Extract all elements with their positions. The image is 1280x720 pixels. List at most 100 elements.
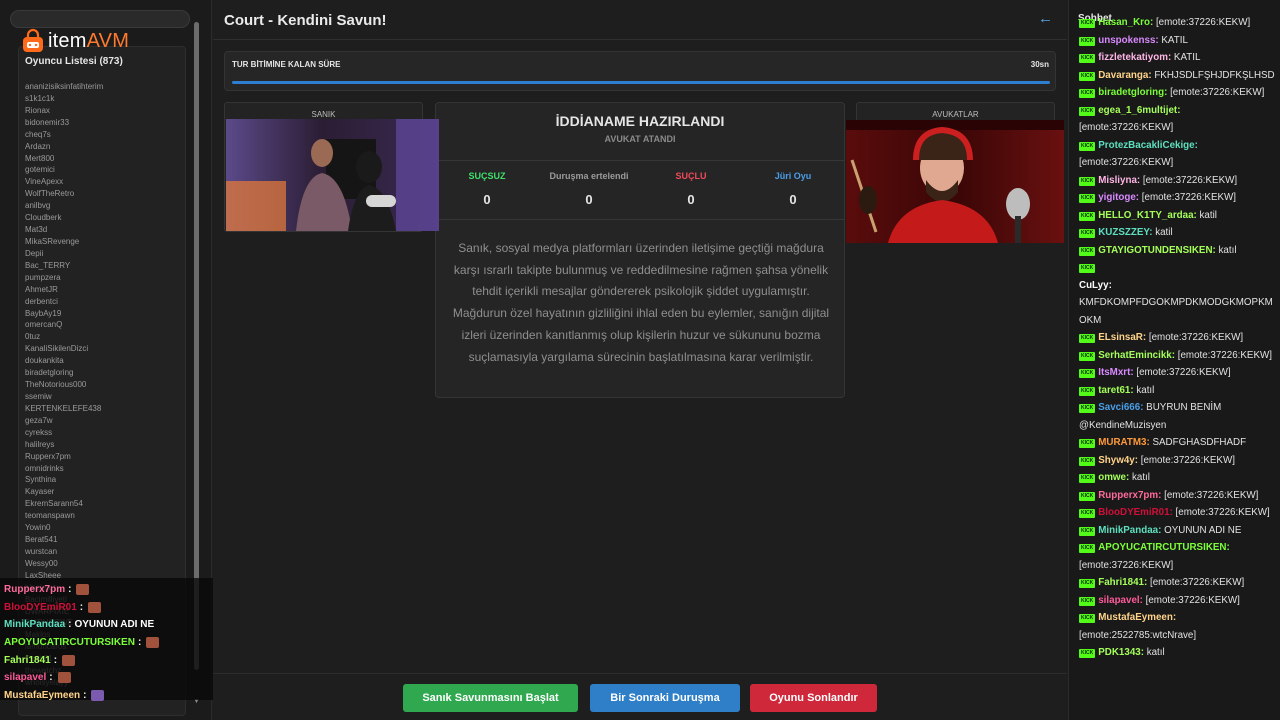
chat-username[interactable]: fizzletekatiyom <box>1098 52 1168 63</box>
chat-username[interactable]: APOYUCATIRCUTURSIKEN <box>1098 542 1226 553</box>
page-title: Court - Kendini Savun! <box>224 12 387 29</box>
player-list-item[interactable]: gotemici <box>25 164 180 176</box>
player-list-item[interactable]: Berat541 <box>25 534 180 546</box>
logo-text-prefix: item <box>48 29 87 52</box>
chat-username[interactable]: ProtezBacakliCekige <box>1098 140 1194 151</box>
player-list-item[interactable]: pumpzera <box>25 272 180 284</box>
chat-username[interactable]: MustafaEymeen <box>1098 612 1173 623</box>
chat-username[interactable]: GTAYIGOTUNDENSIKEN <box>1098 245 1212 256</box>
player-list-item[interactable]: omercanQ <box>25 319 180 331</box>
itemavm-logo: itemAVM <box>20 28 129 54</box>
chat-username[interactable]: silapavel <box>1098 595 1139 606</box>
chat-username[interactable]: taret61 <box>1098 385 1130 396</box>
chat-username[interactable]: PDK1343 <box>1098 647 1140 658</box>
overlay-chat-separator: : <box>68 584 72 596</box>
chat-username[interactable]: ELsinsaR <box>1098 332 1143 343</box>
vote-column: Duruşma ertelendi 0 <box>538 161 640 219</box>
overlay-chat-separator: : <box>83 689 87 701</box>
chat-panel: Sohbet KICK Hasan_Kro: [emote:37226:KEKW]… <box>1068 0 1280 720</box>
kick-badge: KICK <box>1079 386 1096 396</box>
chat-colon: : <box>1194 139 1198 151</box>
player-list-item[interactable]: Ardazn <box>25 141 180 153</box>
player-list-item[interactable]: Mat3d <box>25 224 180 236</box>
chat-username[interactable]: MinikPandaa <box>1098 525 1158 536</box>
player-list-item[interactable]: s1k1c1k <box>25 93 180 105</box>
chat-message: KICK CuLyy: KMFDKOMPFDGOKMPDKMODGKMOPKMOK… <box>1079 259 1275 329</box>
chat-username[interactable]: biradetgloring <box>1098 87 1164 98</box>
chat-username[interactable]: Shyw4y <box>1098 455 1135 466</box>
player-list-item[interactable]: MikaSRevenge <box>25 236 180 248</box>
kick-badge: KICK <box>1079 246 1096 256</box>
chat-username[interactable]: Savci666 <box>1098 402 1140 413</box>
chat-username[interactable]: yigitoge <box>1098 192 1136 203</box>
chat-username[interactable]: unspokenss <box>1098 35 1155 46</box>
chat-username[interactable]: CuLyy <box>1079 280 1109 291</box>
player-list-item[interactable]: EkremSarann54 <box>25 498 180 510</box>
player-list-item[interactable]: Yowin0 <box>25 522 180 534</box>
player-list-item[interactable]: biradetgloring <box>25 367 180 379</box>
chat-username[interactable]: omwe <box>1098 472 1126 483</box>
chat-username[interactable]: Davaranga <box>1098 70 1148 81</box>
player-list-item[interactable]: cyrekss <box>25 427 180 439</box>
chat-message: KICK Hasan_Kro: [emote:37226:KEKW] <box>1079 14 1275 32</box>
vote-row: SUÇSUZ 0 Duruşma ertelendi 0 SUÇLU 0 Jüri Oyu 0 <box>436 160 844 220</box>
back-arrow-icon[interactable]: ← <box>1038 10 1053 27</box>
chat-username[interactable]: Fahri1841 <box>1098 577 1144 588</box>
chat-username[interactable]: KUZSZZEY <box>1098 227 1149 238</box>
player-list-item[interactable]: KERTENKELEFE438 <box>25 403 180 415</box>
end-game-button[interactable]: Oyunu Sonlandır <box>750 684 877 712</box>
kick-badge: KICK <box>1079 474 1096 483</box>
player-list-item[interactable]: 0tuz <box>25 331 180 343</box>
player-list-item[interactable]: KanaliSikilenDizci <box>25 343 180 355</box>
overlay-chat-username: BlooDYEmiR01 <box>4 601 77 613</box>
chat-text: SADFGHASDFHADF <box>1152 437 1247 448</box>
chat-text: [emote:37226:KEKW] <box>1079 122 1174 133</box>
player-list-item[interactable]: omnidrinks <box>25 463 180 475</box>
player-list-item[interactable]: cheq7s <box>25 129 180 141</box>
chat-username[interactable]: BlooDYEmiR01 <box>1098 507 1169 518</box>
player-list-item[interactable]: derbentci <box>25 296 180 308</box>
chat-username[interactable]: egea_1_6multijet <box>1098 105 1177 116</box>
chat-username[interactable]: HELLO_K1TY_ardaa <box>1098 210 1193 221</box>
chat-username[interactable]: Rupperx7pm <box>1098 490 1158 501</box>
player-list-item[interactable]: WolfTheRetro <box>25 188 180 200</box>
scrollbar-thumb[interactable] <box>194 22 199 670</box>
player-list-item[interactable]: teomanspawn <box>25 510 180 522</box>
player-list-item[interactable]: Kayaser <box>25 486 180 498</box>
player-list-item[interactable]: Cloudberk <box>25 212 180 224</box>
player-list-item[interactable]: Depii <box>25 248 180 260</box>
chat-username[interactable]: Misliyna <box>1098 175 1137 186</box>
player-search-input[interactable] <box>10 10 190 28</box>
player-list-item[interactable]: anilbvg <box>25 200 180 212</box>
player-list-item[interactable]: Rupperx7pm <box>25 451 180 463</box>
player-list-item[interactable]: bidonemir33 <box>25 117 180 129</box>
vote-count: 0 <box>483 192 491 207</box>
player-list-item[interactable]: halilreys <box>25 439 180 451</box>
player-list-item[interactable]: Bac_TERRY <box>25 260 180 272</box>
chat-username[interactable]: Hasan_Kro <box>1098 17 1150 28</box>
player-list-item[interactable]: BaybAy19 <box>25 308 180 320</box>
player-list-item[interactable]: VineApexx <box>25 176 180 188</box>
chat-username[interactable]: ItsMxrt <box>1098 367 1130 378</box>
chat-username[interactable]: MURATM3 <box>1098 437 1146 448</box>
vote-count: 0 <box>687 192 695 207</box>
player-list-item[interactable]: wurstcan <box>25 546 180 558</box>
kick-badge: KICK <box>1079 194 1096 203</box>
player-list-item[interactable]: Rionax <box>25 105 180 117</box>
player-list-item[interactable]: TheNotorious000 <box>25 379 180 391</box>
start-defense-button[interactable]: Sanık Savunmasını Başlat <box>403 684 578 712</box>
chat-message: KICK Rupperx7pm: [emote:37226:KEKW] <box>1079 487 1275 505</box>
vote-label: Duruşma ertelendi <box>549 171 629 181</box>
kick-badge: KICK <box>1079 176 1096 186</box>
player-list-item[interactable]: doukankita <box>25 355 180 367</box>
player-list-item[interactable]: ananizisiksinfatihterim <box>25 81 180 93</box>
player-list-item[interactable]: geza7w <box>25 415 180 427</box>
chat-message: KICK egea_1_6multijet: [emote:37226:KEKW] <box>1079 102 1275 137</box>
player-list-item[interactable]: AhmetJR <box>25 284 180 296</box>
player-list-item[interactable]: Wessy00 <box>25 558 180 570</box>
player-list-item[interactable]: Mert800 <box>25 153 180 165</box>
player-list-item[interactable]: Synthina <box>25 474 180 486</box>
player-list-item[interactable]: ssemiw <box>25 391 180 403</box>
next-hearing-button[interactable]: Bir Sonraki Duruşma <box>590 684 740 712</box>
chat-username[interactable]: SerhatEmincikk <box>1098 350 1172 361</box>
